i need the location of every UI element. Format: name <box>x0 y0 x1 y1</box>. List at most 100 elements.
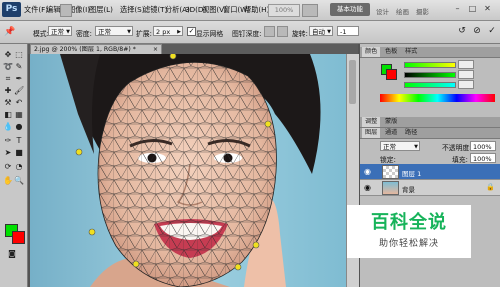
expand-field[interactable]: 2 px ▶ <box>153 26 183 36</box>
remove-all-pins-icon[interactable]: ↺ <box>456 25 468 37</box>
layer-row-background[interactable]: ◉ 背景 🔒 <box>360 180 500 196</box>
layer1-name[interactable]: 图层 1 <box>402 168 421 178</box>
rotate-value: 自动 <box>312 28 325 36</box>
document-tab[interactable]: 2.jpg @ 200% (图层 1, RGB/8#) * × <box>30 44 162 54</box>
healing-brush-tool-icon[interactable]: ✚ <box>3 86 13 96</box>
layer1-visibility-eye-icon[interactable]: ◉ <box>364 167 371 176</box>
background-layer-name[interactable]: 背景 <box>402 184 415 194</box>
history-brush-tool-icon[interactable]: ↶ <box>14 98 24 108</box>
commit-icon[interactable]: ✓ <box>486 25 498 37</box>
menu-filter[interactable]: 滤镜(T) <box>143 5 167 15</box>
density-label: 密度: <box>76 30 92 38</box>
3d-camera-tool-icon[interactable]: ◔ <box>14 162 24 172</box>
blend-mode-value: 正常 <box>383 143 396 151</box>
path-select-tool-icon[interactable]: ➤ <box>3 148 13 158</box>
red-slider[interactable] <box>404 62 456 68</box>
red-value[interactable] <box>458 60 474 69</box>
adjustments-panel-tabs: 调整 蒙版 <box>360 117 500 128</box>
zoom-tool-icon[interactable]: 🔍 <box>14 176 24 186</box>
pin-icon[interactable]: 📌 <box>4 26 16 38</box>
hand-tool-icon[interactable]: ✋ <box>3 176 13 186</box>
layers-panel-tabs: 图层 通道 路径 <box>360 128 500 139</box>
cancel-icon[interactable]: ⊘ <box>471 25 483 37</box>
tab-styles[interactable]: 样式 <box>402 47 420 57</box>
menu-bar: Ps 文件(F) 编辑(E) 图像(I) 图层(L) 选择(S) 滤镜(T) 分… <box>0 0 500 21</box>
scrollbar-thumb[interactable] <box>349 60 356 104</box>
tab-layers[interactable]: 图层 <box>362 128 381 138</box>
blue-value[interactable] <box>458 80 474 89</box>
gradient-tool-icon[interactable]: ▦ <box>14 110 24 120</box>
background-color-swatch[interactable] <box>12 231 25 244</box>
move-tool-icon[interactable]: ✥ <box>3 50 13 60</box>
menu-help[interactable]: 帮助(H) <box>244 5 269 15</box>
layer-row-layer1[interactable]: ◉ 图层 1 <box>360 164 500 180</box>
blend-mode-select[interactable]: 正常 ▼ <box>380 141 420 151</box>
panel-background-swatch[interactable] <box>386 69 397 80</box>
options-bar: 📌 模式: 正常 ▼ 密度: 正常 ▼ 扩展: 2 px ▶ ✓ 显示网格 图钉深度:… <box>0 21 500 44</box>
workspace-photography[interactable]: 摄影 <box>416 6 429 16</box>
fill-field[interactable]: 100% <box>470 153 496 163</box>
close-icon[interactable]: ✕ <box>482 3 493 14</box>
document-tab-title: 2.jpg @ 200% (图层 1, RGB/8#) * <box>34 46 136 53</box>
green-slider[interactable] <box>404 72 456 78</box>
pen-tool-icon[interactable]: ✑ <box>3 136 13 146</box>
type-tool-icon[interactable]: T <box>14 136 24 146</box>
rotate-select[interactable]: 自动 ▼ <box>309 26 333 36</box>
dodge-tool-icon[interactable]: ● <box>14 122 24 132</box>
arrange-documents-icon[interactable] <box>302 4 318 17</box>
opacity-field[interactable]: 100% <box>470 141 496 151</box>
tab-masks[interactable]: 蒙版 <box>382 117 400 127</box>
tab-paths[interactable]: 路径 <box>402 128 420 138</box>
workspace-design[interactable]: 设计 <box>376 6 389 16</box>
mode-value: 正常 <box>51 28 64 36</box>
document-canvas[interactable] <box>30 54 346 287</box>
menu-file[interactable]: 文件(F) <box>24 5 48 15</box>
tab-color[interactable]: 颜色 <box>362 47 381 57</box>
maximize-icon[interactable]: □ <box>467 3 478 14</box>
watermark: 百科全说 助你轻松解决 <box>347 205 471 258</box>
expand-label: 扩展: <box>136 30 152 38</box>
bridge-icon[interactable] <box>60 4 72 17</box>
3d-rotate-tool-icon[interactable]: ⟳ <box>3 162 13 172</box>
minimize-icon[interactable]: – <box>452 3 463 14</box>
crop-tool-icon[interactable]: ⌗ <box>3 74 13 84</box>
clone-stamp-tool-icon[interactable]: ⚒ <box>3 98 13 108</box>
rotate-label: 旋转: <box>292 30 308 38</box>
blur-tool-icon[interactable]: 💧 <box>3 122 13 132</box>
tab-channels[interactable]: 通道 <box>382 128 400 138</box>
background-visibility-eye-icon[interactable]: ◉ <box>364 183 371 192</box>
workspace-button[interactable]: 基本功能 <box>330 3 370 16</box>
zoom-level[interactable]: 100% <box>268 4 300 17</box>
eyedropper-tool-icon[interactable]: ✒ <box>14 74 24 84</box>
fill-label: 填充: <box>452 156 468 164</box>
mode-select[interactable]: 正常 ▼ <box>48 26 72 36</box>
menu-select[interactable]: 选择(S) <box>120 5 145 15</box>
workspace-painting[interactable]: 绘画 <box>396 6 409 16</box>
shape-tool-icon[interactable]: ■ <box>14 148 24 158</box>
green-value[interactable] <box>458 70 474 79</box>
tab-swatches[interactable]: 色板 <box>382 47 400 57</box>
close-tab-icon[interactable]: × <box>153 45 158 54</box>
quick-select-tool-icon[interactable]: ✎ <box>14 62 24 72</box>
brush-tool-icon[interactable]: 🖌 <box>14 86 24 96</box>
lock-label: 锁定: <box>380 156 396 164</box>
blue-slider[interactable] <box>404 82 456 88</box>
rotate-degrees-field[interactable]: -1 <box>337 26 359 36</box>
pin-depth-up-icon[interactable] <box>264 26 275 37</box>
marquee-tool-icon[interactable]: ⬚ <box>14 50 24 60</box>
quick-mask-icon[interactable]: ◙ <box>7 249 17 259</box>
tools-panel: ✥ ⬚ ➰ ✎ ⌗ ✒ ✚ 🖌 ⚒ ↶ ◧ ▦ 💧 ● ✑ T ➤ ■ ⟳ ◔ … <box>0 44 28 287</box>
eraser-tool-icon[interactable]: ◧ <box>3 110 13 120</box>
pin-depth-down-icon[interactable] <box>277 26 288 37</box>
layer1-thumbnail <box>382 165 399 179</box>
portrait-photo <box>30 54 346 287</box>
show-mesh-label: 显示网格 <box>196 30 224 38</box>
density-select[interactable]: 正常 ▼ <box>95 26 133 36</box>
menu-layer[interactable]: 图层(L) <box>89 5 113 15</box>
show-mesh-checkbox[interactable]: ✓ <box>187 27 196 36</box>
tab-adjustments[interactable]: 调整 <box>362 117 381 127</box>
color-panel-tabs: 颜色 色板 样式 <box>360 47 500 58</box>
color-spectrum[interactable] <box>380 94 495 102</box>
background-lock-icon: 🔒 <box>486 183 495 191</box>
lasso-tool-icon[interactable]: ➰ <box>3 62 13 72</box>
